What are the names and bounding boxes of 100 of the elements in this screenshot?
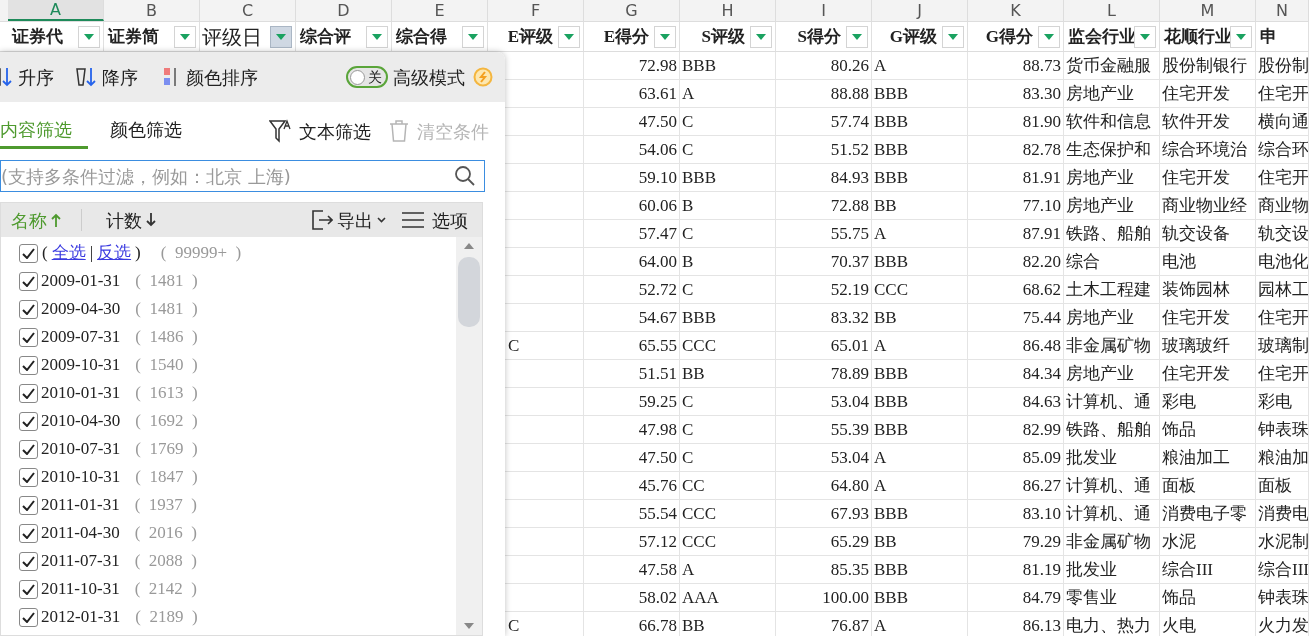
options-button[interactable]: 选项 [402,206,468,234]
filter-dropdown-button[interactable] [558,26,580,48]
color-sort-icon [164,66,178,88]
checkbox[interactable] [19,411,38,431]
column-letter[interactable]: F [488,0,584,21]
table-cell: 批发业 [1064,556,1160,583]
filter-dropdown-button[interactable] [1230,26,1252,48]
count-column-button[interactable]: 计数 [106,206,156,234]
column-letter[interactable]: J [872,0,968,21]
checkbox[interactable] [19,467,38,487]
table-cell: B [680,192,776,219]
ascending-sort-button[interactable]: 升序 [0,63,54,91]
advanced-mode-toggle[interactable]: 关 [346,66,388,88]
checkbox[interactable] [19,439,38,459]
header-cell: S得分 [776,22,872,51]
filter-dropdown-button[interactable] [270,26,292,48]
table-cell: 软件和信息 [1064,108,1160,135]
filter-dropdown-button[interactable] [654,26,676,48]
search-field[interactable]: (支持多条件过滤，例如：北京 上海) [0,160,485,192]
table-cell: 81.19 [968,556,1064,583]
table-cell: CCC [872,276,968,303]
table-cell: CCC [680,500,776,527]
checkbox[interactable] [19,355,38,375]
column-letter[interactable]: B [104,0,200,21]
color-sort-button[interactable]: 颜色排序 [164,63,258,91]
filter-tab[interactable]: 颜色筛选 [106,113,186,149]
table-cell: 综合 [1064,248,1160,275]
caret-icon [660,34,670,40]
column-letter[interactable]: D [296,0,392,21]
column-letter[interactable]: E [392,0,488,21]
table-cell: 54.06 [584,136,680,163]
table-cell: 66.78 [584,612,680,636]
scroll-down-icon[interactable] [464,623,474,629]
column-letter[interactable]: K [968,0,1064,21]
table-cell: 65.55 [584,332,680,359]
table-cell: A [872,332,968,359]
table-cell: 88.88 [776,80,872,107]
select-all-link[interactable]: 全选 [51,240,86,266]
table-cell: 住宅开 [1256,360,1309,387]
filter-dropdown-button[interactable] [1038,26,1060,48]
filter-dropdown-button[interactable] [174,26,196,48]
descending-sort-button[interactable]: 降序 [76,63,138,91]
table-cell: 铁路、船舶 [1064,416,1160,443]
table-cell: 70.37 [776,248,872,275]
table-cell: C [680,388,776,415]
column-letter[interactable]: L [1064,0,1160,21]
table-cell: 82.20 [968,248,1064,275]
filter-value-label: 2010-10-31 [41,466,121,489]
checkbox[interactable] [19,523,38,543]
table-cell: BBB [872,80,968,107]
column-letter[interactable]: C [200,0,296,21]
checkbox[interactable] [19,327,38,347]
filter-dropdown-button[interactable] [846,26,868,48]
table-cell: 粮油加 [1256,444,1309,471]
text-filter-button[interactable]: 文本筛选 [269,117,371,145]
table-cell: 57.47 [584,220,680,247]
table-cell: 园林工 [1256,276,1309,303]
table-cell: 80.26 [776,52,872,79]
checkbox[interactable] [19,579,38,599]
checkbox[interactable] [19,299,38,319]
column-letter[interactable]: G [584,0,680,21]
table-cell: 63.61 [584,80,680,107]
table-cell: 76.87 [776,612,872,636]
filter-dropdown-button[interactable] [462,26,484,48]
table-cell: 85.09 [968,444,1064,471]
export-button[interactable]: 导出 [311,206,386,234]
advanced-mode-label: 高级模式 [393,65,465,90]
column-letter[interactable]: M [1160,0,1256,21]
checkbox[interactable] [19,383,38,403]
filter-tab[interactable]: 内容筛选 [0,113,88,149]
column-letter[interactable]: H [680,0,776,21]
item-count: ( 2142 ) [134,578,198,601]
table-cell: 64.80 [776,472,872,499]
table-cell: BBB [872,584,968,611]
table-cell: BBB [872,136,968,163]
checkbox[interactable] [19,607,38,627]
column-letter[interactable]: N [1256,0,1309,21]
filter-dropdown-button[interactable] [1134,26,1156,48]
checkbox[interactable] [19,495,38,515]
table-cell: A [680,80,776,107]
filter-dropdown-button[interactable] [78,26,100,48]
invert-selection-link[interactable]: 反选 [97,240,132,266]
checkbox[interactable] [19,551,38,571]
filter-dropdown-button[interactable] [366,26,388,48]
table-cell: 零售业 [1064,584,1160,611]
column-letter[interactable]: I [776,0,872,21]
filter-dropdown-button[interactable] [750,26,772,48]
table-cell: 住宅开 [1256,80,1309,107]
export-icon [311,209,333,231]
trash-icon [389,119,409,143]
table-cell: 100.00 [776,584,872,611]
checkbox[interactable] [19,243,38,263]
table-cell: 软件开发 [1160,108,1256,135]
scrollbar-thumb[interactable] [458,257,480,327]
table-cell: 51.51 [584,360,680,387]
checkbox[interactable] [19,271,38,291]
table-cell: A [872,444,968,471]
filter-dropdown-button[interactable] [942,26,964,48]
scroll-up-icon[interactable] [464,243,474,249]
filter-value-label: 2011-07-31 [41,550,120,573]
